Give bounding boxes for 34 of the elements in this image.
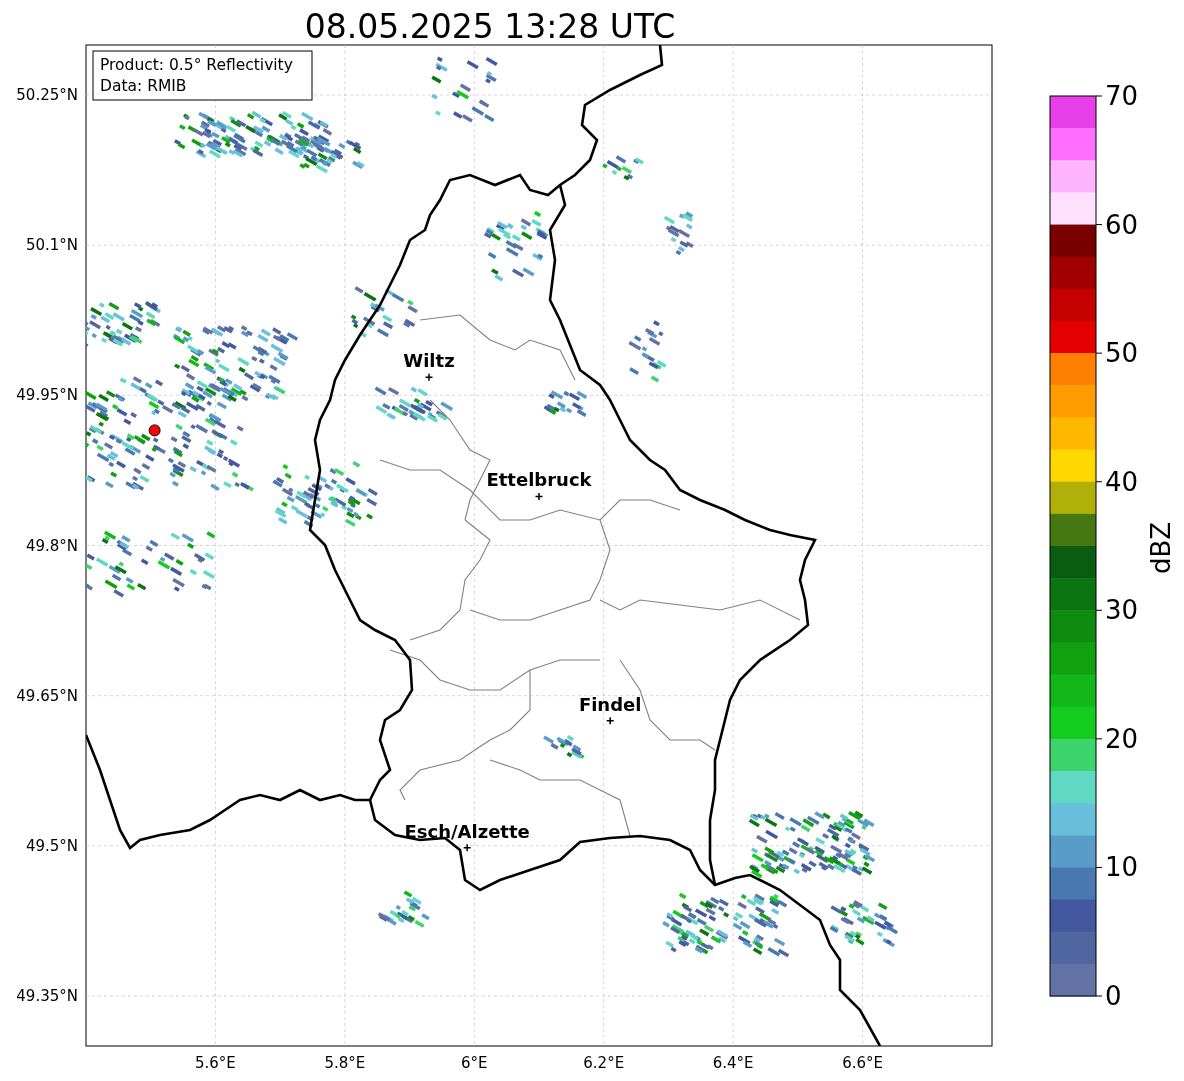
colorbar-tick-label: 30	[1105, 595, 1139, 626]
city-label: Findel	[578, 693, 642, 715]
radar-site-marker	[148, 424, 161, 437]
city-label: Esch/Alzette	[404, 820, 530, 842]
city-marker	[605, 716, 615, 725]
latitude-tick-label: 49.35°N	[16, 986, 78, 1005]
latitude-tick-label: 50.25°N	[16, 86, 78, 105]
colorbar-tick-label: 0	[1105, 981, 1122, 1011]
chart-title: 08.05.2025 13:28 UTC	[304, 7, 676, 46]
latitude-tick-label: 49.65°N	[16, 686, 78, 705]
info-text: Data: RMIB	[100, 77, 187, 95]
colorbar-tick-label: 70	[1105, 81, 1139, 111]
city-label: Ettelbruck	[486, 469, 592, 491]
latitude-tick-label: 49.95°N	[16, 386, 78, 405]
longitude-tick-label: 5.8°E	[324, 1054, 366, 1072]
colorbar-tick-label: 60	[1105, 209, 1139, 240]
longitude-tick-label: 6°E	[461, 1054, 488, 1072]
info-text: Product: 0.5° Reflectivity	[100, 56, 293, 74]
colorbar-tick-label: 10	[1105, 852, 1139, 883]
longitude-tick-label: 6.2°E	[583, 1054, 625, 1072]
colorbar-tick-label: 40	[1105, 466, 1139, 497]
colorbar-tick-label: 20	[1105, 723, 1139, 754]
latitude-tick-label: 50.1°N	[25, 236, 78, 255]
city-label: Wiltz	[403, 350, 455, 372]
latitude-tick-label: 49.8°N	[25, 536, 78, 555]
city-marker	[424, 373, 434, 382]
longitude-tick-label: 6.4°E	[712, 1054, 754, 1072]
colorbar-label: dBZ	[1146, 521, 1176, 575]
colorbar-tick-label: 50	[1105, 338, 1139, 369]
longitude-tick-label: 5.6°E	[195, 1054, 236, 1072]
latitude-tick-label: 49.5°N	[25, 836, 78, 855]
city-marker	[534, 492, 544, 501]
city-marker	[462, 843, 472, 853]
longitude-tick-label: 6.6°E	[842, 1054, 883, 1072]
